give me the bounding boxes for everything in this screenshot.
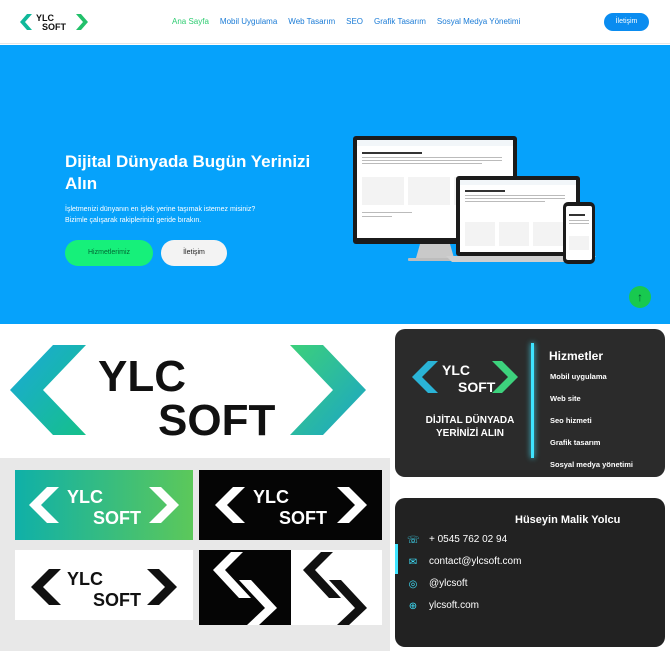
card-logo-text-top: YLC	[442, 362, 470, 378]
menu-item-seo[interactable]: SEO	[346, 17, 363, 26]
top-navbar: YLC SOFT Ana Sayfa Mobil Uygulama Web Ta…	[0, 0, 670, 44]
big-logo-text-bottom: SOFT	[158, 396, 275, 438]
card-divider	[531, 343, 534, 458]
menu-item-ana-sayfa[interactable]: Ana Sayfa	[172, 17, 209, 26]
contact-email-row: ✉ contact@ylcsoft.com	[407, 555, 657, 573]
services-title: Hizmetler	[549, 349, 604, 363]
service-item: Seo hizmeti	[550, 416, 592, 425]
big-ylc-soft-logo: YLC SOFT	[10, 345, 366, 438]
nav-contact-button[interactable]: İletişim	[604, 13, 649, 31]
phone-icon: ☏	[407, 535, 420, 546]
card-logo-text-bottom: SOFT	[458, 379, 496, 395]
menu-item-sosyal-medya[interactable]: Sosyal Medya Yönetimi	[437, 17, 520, 26]
services-business-card: YLC SOFT DİJİTAL DÜNYADA YERİNİZİ ALIN Hi…	[395, 329, 665, 477]
devices-mockup-image	[353, 136, 596, 264]
tile3-text-top: YLC	[67, 569, 103, 589]
hero-text-line1: İşletmenizi dünyanın en işlek yerine taş…	[65, 206, 256, 213]
service-item: Sosyal medya yönetimi	[550, 460, 633, 469]
service-item: Mobil uygulama	[550, 372, 607, 381]
services-button[interactable]: Hizmetlerimiz	[65, 240, 153, 266]
globe-icon: ⊕	[408, 601, 418, 612]
tile2-text-bottom: SOFT	[279, 508, 327, 528]
tile1-text-bottom: SOFT	[93, 508, 141, 528]
tile1-text-top: YLC	[67, 487, 103, 507]
tile2-text-top: YLC	[253, 487, 289, 507]
arrow-up-icon[interactable]: ↑	[629, 286, 651, 308]
logo-tile-white: YLC SOFT	[15, 550, 193, 620]
tile3-text-bottom: SOFT	[93, 590, 141, 610]
menu-item-mobil-uygulama[interactable]: Mobil Uygulama	[220, 17, 277, 26]
mail-icon: ✉	[408, 557, 418, 568]
card-logo: YLC SOFT	[412, 361, 518, 395]
contact-name: Hüseyin Malik Yolcu	[515, 514, 621, 526]
logo-tile-icon-mark	[199, 550, 382, 625]
hero-headline: Dijital Dünyada Bugün Yerinizi Alın	[65, 152, 311, 193]
main-menu: Ana Sayfa Mobil Uygulama Web Tasarım SEO…	[172, 17, 520, 26]
brand-collage: YLC SOFT YLC SOFT YLC SOFT YLC SOFT YLC …	[0, 325, 670, 651]
logo-text-bottom: SOFT	[42, 22, 67, 32]
logo-tile-black: YLC SOFT	[199, 470, 382, 540]
logo-variants-gallery: YLC SOFT YLC SOFT YLC SOFT	[0, 458, 390, 651]
contact-instagram: @ylcsoft	[429, 578, 468, 589]
card-tagline-line2: YERİNİZİ ALIN	[436, 428, 504, 439]
card-tagline: DİJİTAL DÜNYADA YERİNİZİ ALIN	[415, 414, 525, 440]
contact-instagram-row: ◎ @ylcsoft	[407, 577, 657, 595]
service-item: Web site	[550, 394, 581, 403]
card-accent-stripe	[395, 544, 398, 574]
hero-contact-button[interactable]: İletişim	[161, 240, 227, 266]
contact-business-card: Hüseyin Malik Yolcu ☏ + 0545 762 02 94 ✉…	[395, 498, 665, 647]
contact-phone-row: ☏ + 0545 762 02 94	[407, 533, 657, 551]
logo-tile-gradient: YLC SOFT	[15, 470, 193, 540]
contact-email: contact@ylcsoft.com	[429, 556, 522, 567]
hero-text: İşletmenizi dünyanın en işlek yerine taş…	[65, 204, 285, 226]
card-tagline-line1: DİJİTAL DÜNYADA	[425, 415, 515, 426]
ylc-soft-logo[interactable]: YLC SOFT	[20, 11, 88, 33]
service-item: Grafik tasarım	[550, 438, 601, 447]
contact-phone: + 0545 762 02 94	[429, 534, 508, 545]
hero-section: Dijital Dünyada Bugün Yerinizi Alın İşle…	[0, 45, 670, 324]
contact-website-row: ⊕ ylcsoft.com	[407, 599, 657, 617]
menu-item-web-tasarim[interactable]: Web Tasarım	[288, 17, 335, 26]
menu-item-grafik-tasarim[interactable]: Grafik Tasarım	[374, 17, 426, 26]
instagram-icon: ◎	[408, 579, 418, 590]
hero-text-line2: Bizimle çalışarak rakiplerinizi geride b…	[65, 217, 202, 224]
contact-website: ylcsoft.com	[429, 600, 480, 611]
big-logo-text-top: YLC	[98, 352, 186, 401]
